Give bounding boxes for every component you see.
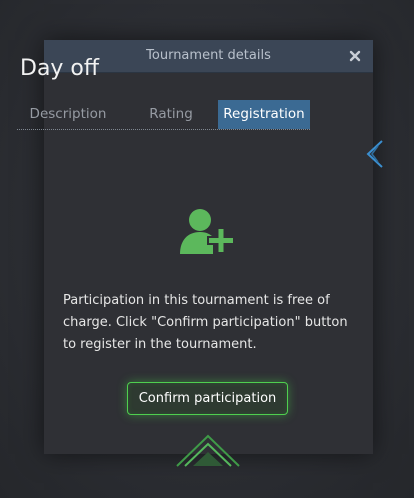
close-button[interactable] [346,47,364,65]
tab-rating[interactable]: Rating [141,100,201,129]
confirm-participation-button[interactable]: Confirm participation [127,382,288,415]
tab-registration[interactable]: Registration [218,100,310,129]
active-tab-pointer-icon [366,140,383,168]
close-icon [349,50,361,62]
tabs-bar: Description Rating Registration [17,100,310,130]
chevron-up-icon [176,434,240,467]
tab-description[interactable]: Description [21,100,115,129]
registration-description: Participation in this tournament is free… [63,293,348,352]
user-add-icon [180,209,235,254]
tabs-divider [17,129,310,130]
tournament-name: Day off [20,56,100,81]
